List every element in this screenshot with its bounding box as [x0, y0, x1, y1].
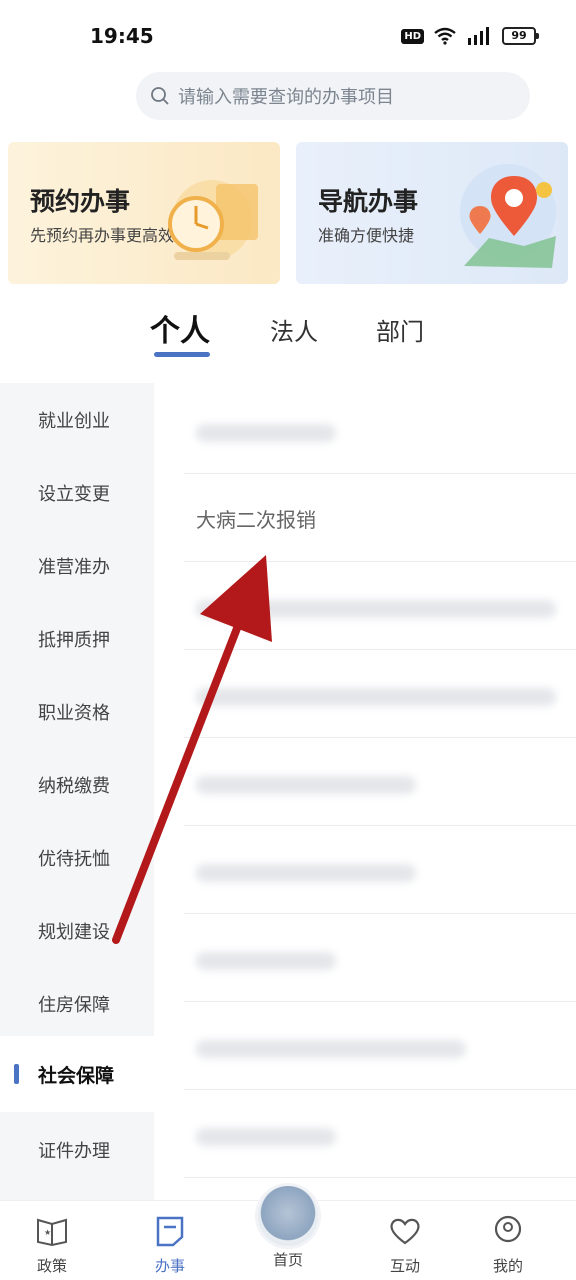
sidebar-item-label: 规划建设: [38, 921, 110, 943]
sidebar-item-social-security[interactable]: 社会保障: [0, 1036, 154, 1112]
nav-mine[interactable]: 我的: [478, 1215, 538, 1276]
blurred-text: [196, 864, 416, 882]
list-item[interactable]: [184, 1090, 576, 1178]
nav-interaction[interactable]: 互动: [375, 1215, 435, 1276]
search-input[interactable]: 请输入需要查询的办事项目: [136, 72, 530, 120]
clock-illustration-icon: [168, 180, 258, 260]
policy-book-icon: ★: [37, 1218, 67, 1247]
sidebar-item-planning[interactable]: 规划建设: [0, 894, 154, 967]
nav-label: 首页: [272, 1251, 303, 1269]
sidebar-item-pension[interactable]: 优待抚恤: [0, 821, 154, 894]
nav-label: 我的: [492, 1257, 523, 1275]
sidebar-item-label: 抵押质押: [38, 629, 110, 651]
tab-personal[interactable]: 个人: [150, 306, 210, 350]
sidebar-item-mortgage[interactable]: 抵押质押: [0, 602, 154, 675]
banner-title: 导航办事: [318, 187, 419, 216]
sidebar-item-label: 社会保障: [38, 1064, 115, 1087]
type-tabs: 个人 法人 部门: [0, 300, 576, 380]
nav-home[interactable]: 首页: [258, 1245, 318, 1270]
nav-services[interactable]: 办事: [140, 1215, 200, 1276]
user-icon: [494, 1215, 522, 1243]
svg-text:★: ★: [44, 1228, 51, 1237]
sidebar-item-certificates[interactable]: 证件办理: [0, 1113, 154, 1186]
list-item[interactable]: [184, 386, 576, 474]
home-emblem-icon[interactable]: [255, 1183, 321, 1249]
blurred-text: [196, 776, 416, 794]
sidebar-item-label: 职业资格: [38, 702, 110, 724]
map-pin-illustration-icon: [460, 164, 556, 268]
heart-icon: [390, 1218, 420, 1245]
sidebar-item-employment[interactable]: 就业创业: [0, 383, 154, 456]
tab-legal-person[interactable]: 法人: [270, 312, 318, 347]
status-bar: 19:45 HD 99: [0, 0, 576, 70]
sidebar-item-label: 准营准办: [38, 556, 110, 578]
tab-department[interactable]: 部门: [376, 312, 424, 347]
nav-label: 政策: [36, 1257, 67, 1275]
list-item-critical-illness-reimbursement[interactable]: 大病二次报销: [184, 474, 576, 562]
signal-icon: [468, 27, 489, 45]
banner-title: 预约办事: [30, 187, 131, 216]
blurred-text: [196, 1128, 336, 1146]
search-placeholder: 请输入需要查询的办事项目: [178, 87, 394, 108]
banner-subtitle: 准确方便快捷: [318, 226, 415, 245]
blurred-text: [196, 600, 556, 618]
category-sidebar: 就业创业 设立变更 准营准办 抵押质押 职业资格 纳税缴费 优待抚恤 规划建设 …: [0, 383, 154, 1200]
sidebar-item-establish-change[interactable]: 设立变更: [0, 456, 154, 529]
nav-label: 办事: [154, 1257, 185, 1275]
nav-policy[interactable]: ★ 政策: [22, 1215, 82, 1276]
blurred-text: [196, 688, 556, 706]
wifi-icon: [434, 27, 456, 45]
list-item[interactable]: [184, 738, 576, 826]
list-item[interactable]: [184, 914, 576, 1002]
list-item[interactable]: [184, 1002, 576, 1090]
blurred-text: [196, 1040, 466, 1058]
sidebar-item-label: 优待抚恤: [38, 848, 110, 870]
list-item[interactable]: [184, 826, 576, 914]
list-item[interactable]: [184, 562, 576, 650]
sidebar-item-qualification[interactable]: 职业资格: [0, 675, 154, 748]
services-doc-icon: [156, 1216, 184, 1247]
active-indicator: [14, 1064, 19, 1084]
sidebar-item-label: 纳税缴费: [38, 775, 110, 797]
list-item[interactable]: [184, 650, 576, 738]
hd-icon: HD: [401, 28, 424, 44]
navigation-banner[interactable]: 导航办事 准确方便快捷: [296, 142, 568, 284]
list-item-label: 大病二次报销: [196, 508, 316, 532]
blurred-text: [196, 424, 336, 442]
sidebar-item-label: 就业创业: [38, 410, 110, 432]
banner-subtitle: 先预约再办事更高效: [30, 226, 175, 245]
appointment-banner[interactable]: 预约办事 先预约再办事更高效: [8, 142, 280, 284]
search-icon: [151, 87, 169, 105]
sidebar-item-permits[interactable]: 准营准办: [0, 529, 154, 602]
active-tab-indicator: [154, 352, 210, 357]
battery-icon: 99: [502, 27, 539, 45]
nav-label: 互动: [389, 1257, 420, 1275]
sidebar-item-housing[interactable]: 住房保障: [0, 967, 154, 1040]
sidebar-item-tax[interactable]: 纳税缴费: [0, 748, 154, 821]
status-icons: HD 99: [401, 26, 539, 46]
status-time: 19:45: [90, 24, 154, 48]
sidebar-item-label: 证件办理: [38, 1140, 110, 1162]
sidebar-item-label: 住房保障: [38, 994, 110, 1016]
service-list: 大病二次报销: [154, 383, 576, 1200]
sidebar-item-label: 设立变更: [38, 483, 110, 505]
blurred-text: [196, 952, 336, 970]
bottom-nav: ★ 政策 办事 首页 互动 我的: [0, 1183, 576, 1280]
